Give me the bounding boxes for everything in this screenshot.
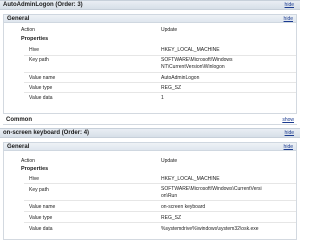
properties-title: Properties [21,36,49,42]
prop-value-line2: NT\CurrentVersion\Winlogon [161,64,225,70]
prop-label: Value data [29,95,53,101]
prop-value: 1 [161,95,164,101]
item-title: AutoAdminLogon (Order: 3) [3,2,83,8]
prop-value: %systemdrive%\windows\system32\osk.exe [161,226,259,232]
prop-value-line1: SOFTWARE\Microsoft\Windows [161,57,233,63]
prop-value: on-screen keyboard [161,204,206,210]
properties-title: Properties [21,166,49,172]
item-title: on-screen keyboard (Order: 4) [3,130,90,136]
prop-label: Value name [29,75,56,81]
prop-label: Value data [29,226,53,232]
prop-label: Key path [29,187,49,193]
prop-value: REG_SZ [161,85,182,91]
row-divider [24,72,296,73]
general-section-header: General hide [3,142,297,151]
show-link[interactable]: show [282,117,294,123]
hide-link[interactable]: hide [284,16,293,22]
item-header-autoadminlogon: AutoAdminLogon (Order: 3) hide [0,0,300,10]
common-section-header: Common show [3,116,297,125]
row-divider [24,183,296,184]
prop-value-line2: on\Run [161,193,178,199]
row-divider [24,82,296,83]
prop-value-line1: SOFTWARE\Microsoft\Windows\CurrentVersi [161,186,262,192]
item-header-on-screen-keyboard: on-screen keyboard (Order: 4) hide [0,128,300,138]
action-label: Action [21,158,35,164]
section-title: General [7,16,30,22]
prop-label: Value type [29,215,53,221]
hide-link[interactable]: hide [285,130,294,136]
prop-label: Key path [29,57,49,63]
general-section-header: General hide [3,14,297,23]
row-divider [24,211,296,212]
action-value: Update [161,27,178,33]
row-divider [24,55,296,56]
prop-label: Value name [29,204,56,210]
hide-link[interactable]: hide [285,2,294,8]
section-title: General [7,144,30,150]
prop-value: REG_SZ [161,215,182,221]
row-divider [24,200,296,201]
prop-value: HKEY_LOCAL_MACHINE [161,176,220,182]
row-divider [24,92,296,93]
prop-label: Value type [29,85,53,91]
action-label: Action [21,27,35,33]
prop-label: Hive [29,47,40,53]
action-value: Update [161,158,178,164]
prop-value: AutoAdminLogon [161,75,200,81]
section-title: Common [6,117,32,123]
prop-value: HKEY_LOCAL_MACHINE [161,47,220,53]
prop-label: Hive [29,176,40,182]
hide-link[interactable]: hide [284,144,293,150]
row-divider [24,222,296,223]
